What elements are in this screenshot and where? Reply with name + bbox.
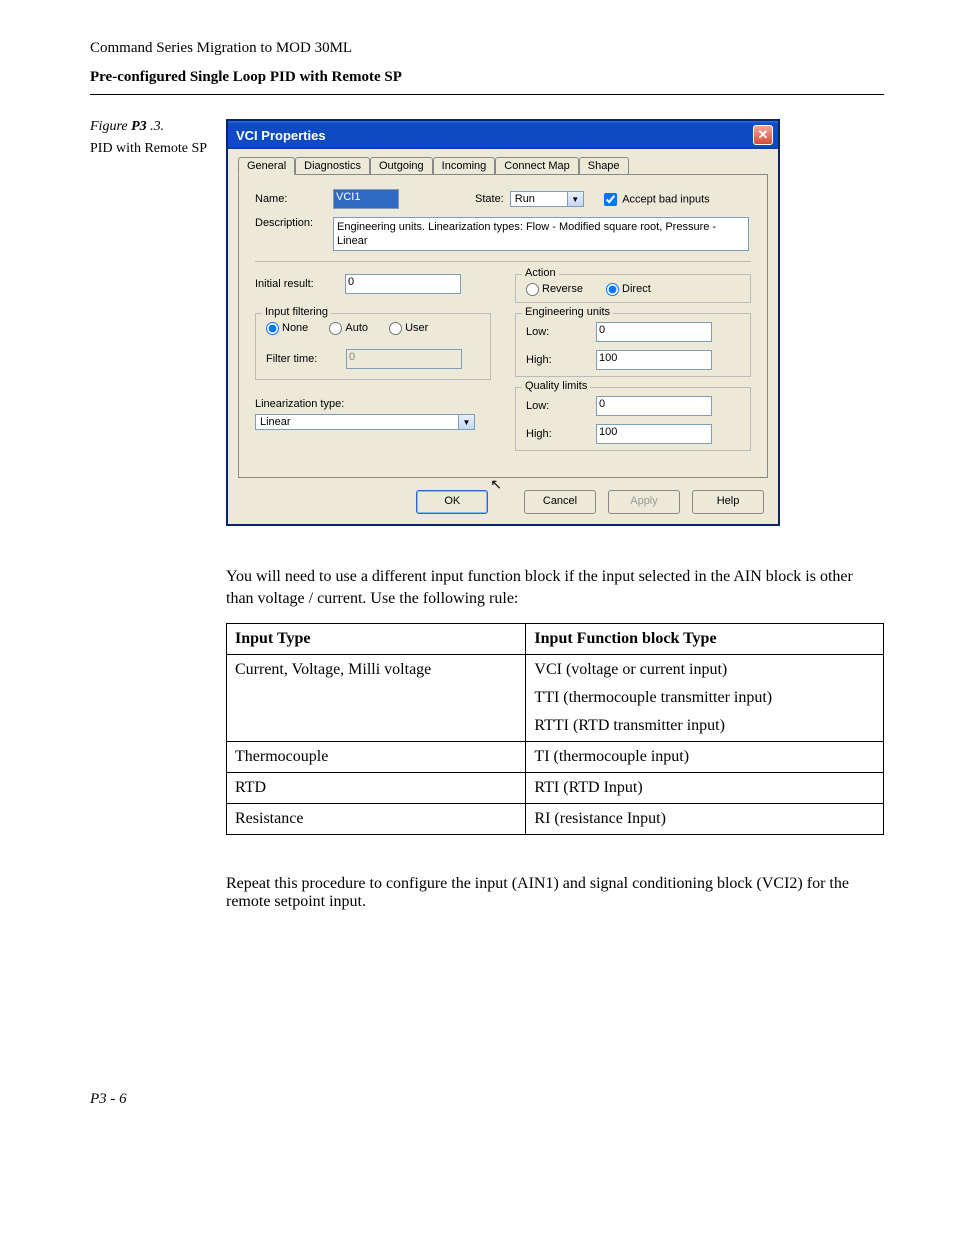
engineering-units-group: Engineering units Low: 0 High: 100 — [515, 313, 751, 377]
chevron-down-icon: ▼ — [458, 415, 474, 429]
table-header: Input Type — [227, 624, 526, 655]
ql-high-label: High: — [526, 428, 596, 440]
ok-button[interactable]: OK — [416, 490, 488, 514]
linearization-dropdown[interactable]: Linear ▼ — [255, 414, 475, 430]
table-row: Thermocouple TI (thermocouple input) — [227, 742, 884, 773]
table-header: Input Function block Type — [526, 624, 884, 655]
state-label: State: — [475, 193, 504, 205]
initial-result-input[interactable]: 0 — [345, 274, 461, 294]
filter-user-radio[interactable]: User — [389, 322, 428, 334]
header-rule — [90, 94, 884, 95]
description-input[interactable]: Engineering units. Linearization types: … — [333, 217, 749, 251]
linearization-label: Linearization type: — [255, 398, 491, 410]
table-row: RTD RTI (RTD Input) — [227, 773, 884, 804]
tab-outgoing[interactable]: Outgoing — [370, 157, 433, 174]
filter-none-radio[interactable]: None — [266, 322, 311, 334]
ql-high-input[interactable]: 100 — [596, 424, 712, 444]
separator — [255, 261, 751, 262]
help-button[interactable]: Help — [692, 490, 764, 514]
page-number: P3 - 6 — [90, 1091, 884, 1108]
action-direct-radio[interactable]: Direct — [606, 283, 651, 295]
table-row: Current, Voltage, Milli voltage VCI (vol… — [227, 655, 884, 742]
eu-low-label: Low: — [526, 326, 596, 338]
tab-page-general: Name: VCI1 State: Run ▼ Accept bad input… — [238, 175, 768, 478]
tab-general[interactable]: General — [238, 157, 295, 175]
chevron-down-icon: ▼ — [567, 192, 583, 206]
input-filtering-group: Input filtering None Auto Us — [255, 313, 491, 380]
dialog-titlebar[interactable]: VCI Properties ✕ — [228, 121, 778, 149]
input-type-table: Input Type Input Function block Type Cur… — [226, 623, 884, 835]
cancel-button[interactable]: Cancel — [524, 490, 596, 514]
action-group: Action Reverse Direct — [515, 274, 751, 303]
dialog-title: VCI Properties — [236, 128, 326, 143]
tab-diagnostics[interactable]: Diagnostics — [295, 157, 370, 174]
description-label: Description: — [255, 217, 333, 229]
document-header: Command Series Migration to MOD 30ML — [90, 40, 884, 57]
eu-high-input[interactable]: 100 — [596, 350, 712, 370]
close-icon[interactable]: ✕ — [753, 125, 773, 145]
tab-connect-map[interactable]: Connect Map — [495, 157, 578, 174]
name-label: Name: — [255, 193, 333, 205]
table-row: Resistance RI (resistance Input) — [227, 804, 884, 835]
initial-result-label: Initial result: — [255, 278, 345, 290]
body-paragraph-1: You will need to use a different input f… — [226, 566, 884, 609]
ql-low-label: Low: — [526, 400, 596, 412]
eu-low-input[interactable]: 0 — [596, 322, 712, 342]
name-input[interactable]: VCI1 — [333, 189, 399, 209]
body-paragraph-2: Repeat this procedure to configure the i… — [226, 875, 884, 911]
filter-auto-radio[interactable]: Auto — [329, 322, 371, 334]
cursor-icon: ↖ — [490, 484, 502, 508]
filter-time-label: Filter time: — [266, 353, 346, 365]
eu-high-label: High: — [526, 354, 596, 366]
quality-limits-group: Quality limits Low: 0 High: 100 — [515, 387, 751, 451]
state-dropdown[interactable]: Run ▼ — [510, 191, 584, 207]
tab-shape[interactable]: Shape — [579, 157, 629, 174]
figure-caption: PID with Remote SP — [90, 141, 210, 157]
filter-time-input: 0 — [346, 349, 462, 369]
vci-properties-dialog: VCI Properties ✕ General Diagnostics Out… — [226, 119, 780, 526]
accept-bad-inputs-checkbox[interactable]: Accept bad inputs — [604, 193, 710, 206]
figure-label: Figure P3 .3. — [90, 119, 210, 135]
apply-button: Apply — [608, 490, 680, 514]
action-reverse-radio[interactable]: Reverse — [526, 283, 586, 295]
accept-checkbox-input[interactable] — [604, 193, 617, 206]
ql-low-input[interactable]: 0 — [596, 396, 712, 416]
tab-strip: General Diagnostics Outgoing Incoming Co… — [238, 157, 768, 175]
tab-incoming[interactable]: Incoming — [433, 157, 496, 174]
document-subtitle: Pre-configured Single Loop PID with Remo… — [90, 69, 884, 86]
